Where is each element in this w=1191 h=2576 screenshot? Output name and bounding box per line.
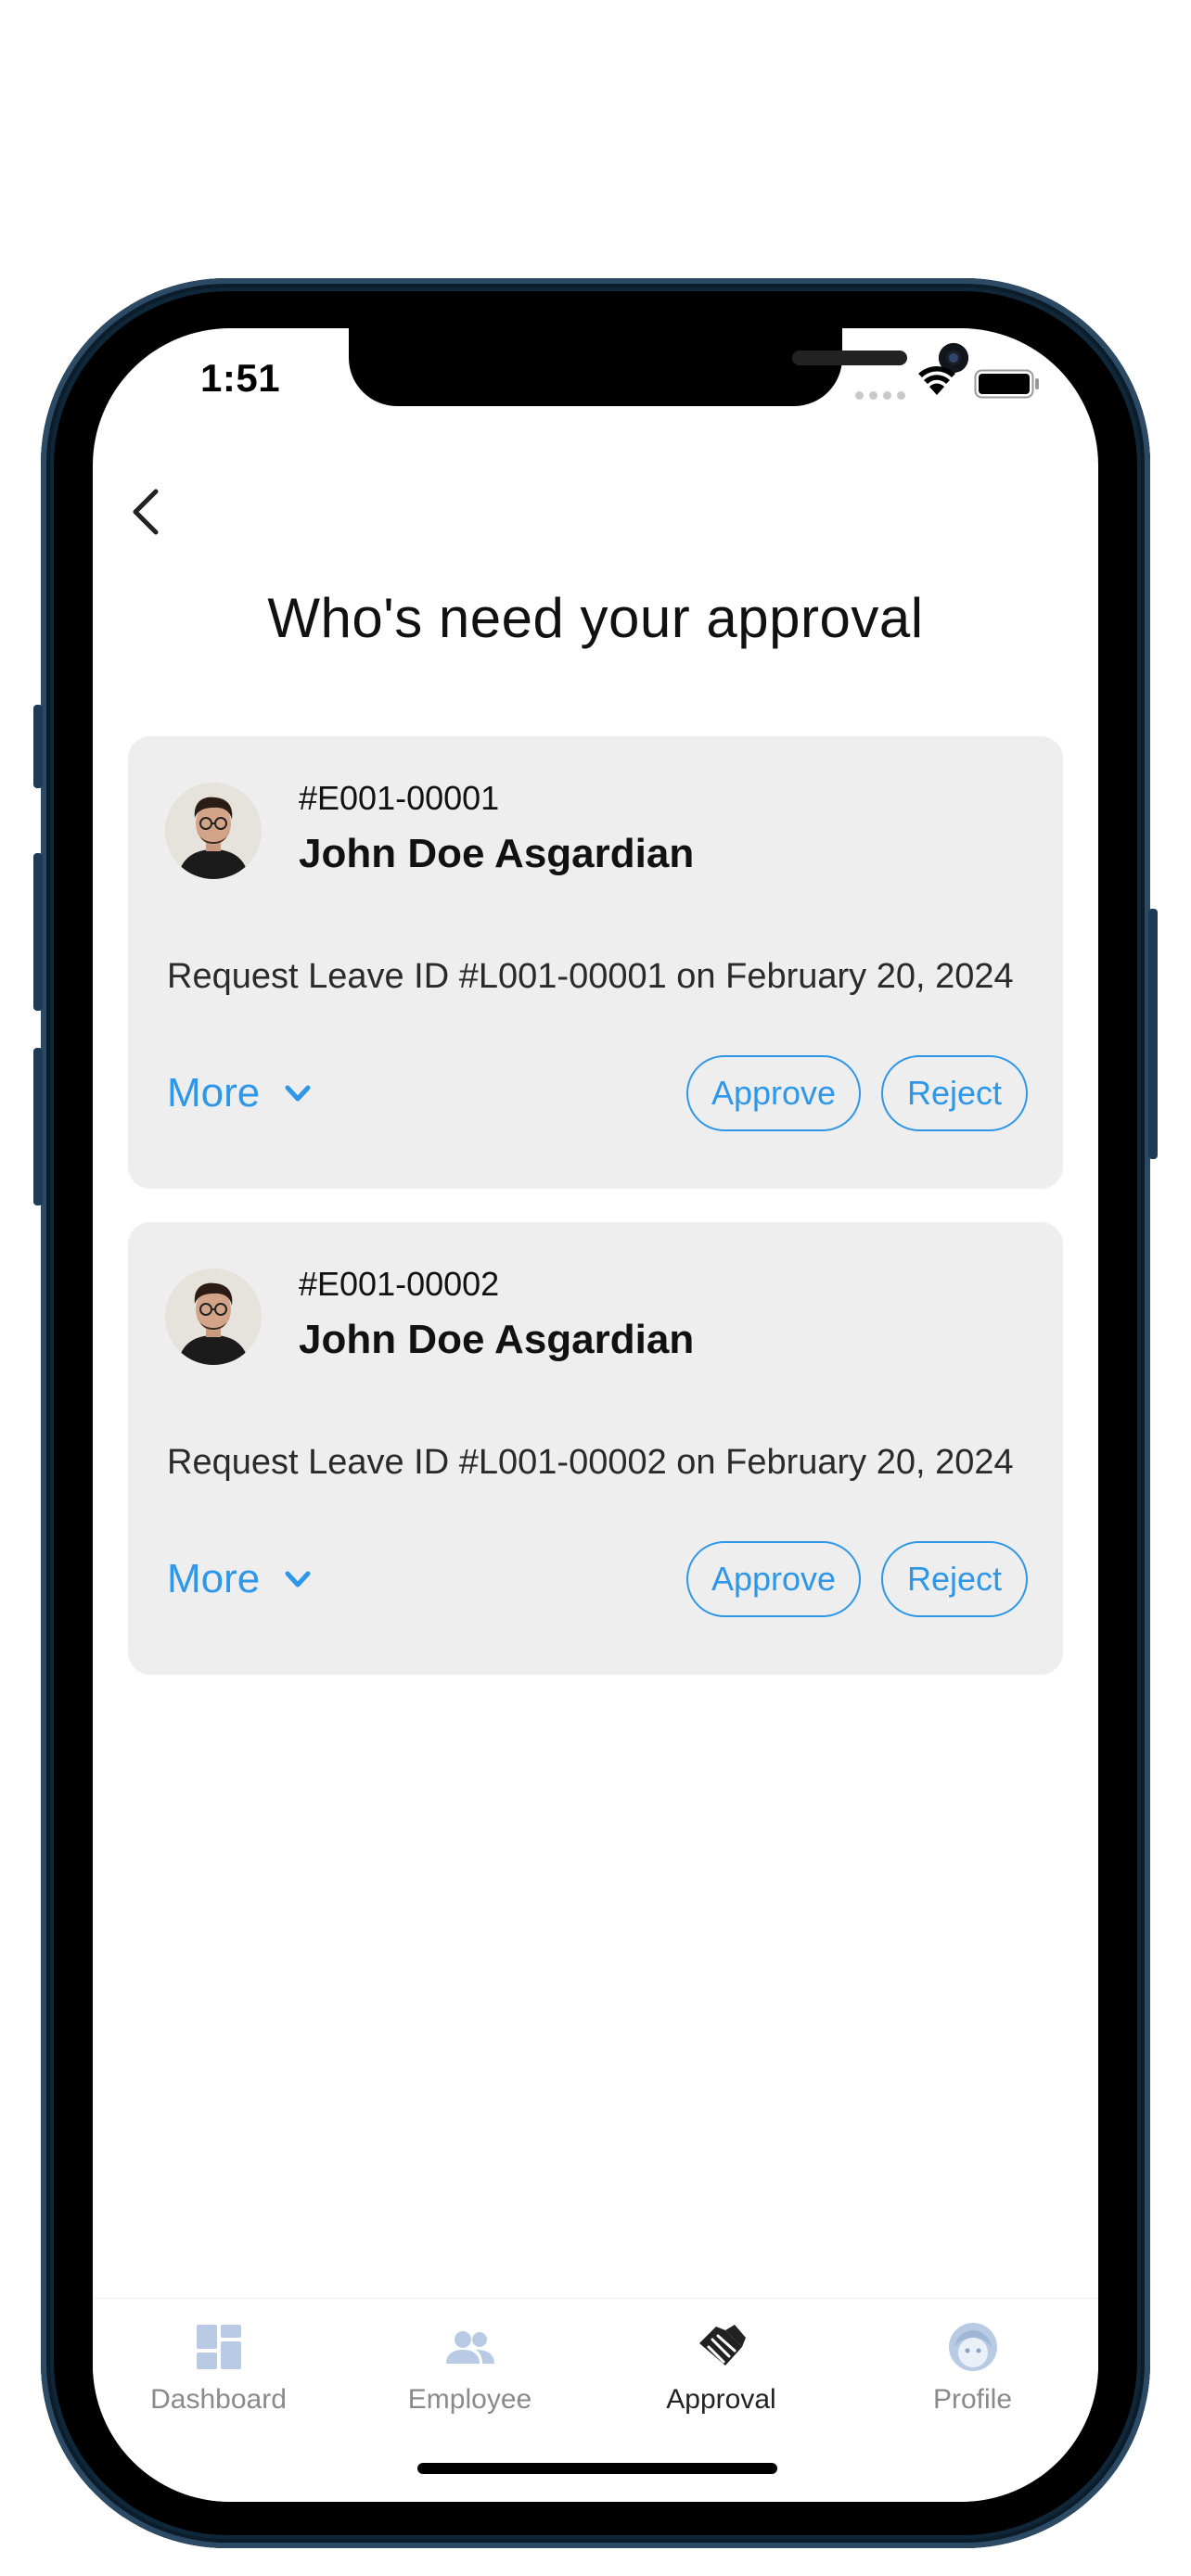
chevron-down-icon (285, 1571, 311, 1588)
signal-dots-icon (855, 391, 905, 400)
handshake-icon (698, 2325, 746, 2366)
tab-label: Approval (666, 2384, 776, 2415)
battery-icon (974, 369, 1039, 399)
dashboard-icon (196, 2325, 241, 2369)
chevron-down-icon (285, 1085, 311, 1102)
employee-avatar (165, 783, 262, 879)
volume-down-button (33, 1048, 43, 1205)
employee-avatar (165, 1269, 262, 1365)
face-icon (948, 2323, 997, 2371)
power-button (1148, 909, 1158, 1159)
more-label: More (167, 1070, 261, 1116)
tab-dashboard[interactable]: Dashboard (93, 2299, 344, 2429)
wifi-icon (918, 366, 955, 395)
back-chevron-icon[interactable] (121, 484, 176, 540)
home-indicator[interactable] (417, 2463, 777, 2474)
tab-approval[interactable]: Approval (596, 2299, 847, 2429)
page-title: Who's need your approval (267, 587, 924, 649)
reject-button[interactable]: Reject (881, 1055, 1028, 1131)
speaker-grille (792, 351, 907, 365)
employee-id: #E001-00001 (299, 779, 500, 817)
tab-label: Profile (932, 2384, 1013, 2415)
more-toggle[interactable]: More (167, 1556, 315, 1602)
employee-name: John Doe Asgardian (299, 831, 695, 876)
approval-card: #E001-00001 John Doe Asgardian Request L… (128, 736, 1063, 1189)
reject-button[interactable]: Reject (881, 1541, 1028, 1617)
mute-switch (33, 705, 43, 788)
request-description: Request Leave ID #L001-00001 on February… (167, 957, 1014, 996)
volume-up-button (33, 853, 43, 1011)
notch (349, 328, 968, 406)
tab-label: Dashboard (150, 2384, 287, 2415)
tab-employee[interactable]: Employee (344, 2299, 596, 2429)
tab-label: Employee (407, 2384, 532, 2415)
status-time: 1:51 (200, 356, 281, 400)
employee-name: John Doe Asgardian (299, 1317, 695, 1362)
approval-card: #E001-00002 John Doe Asgardian Request L… (128, 1222, 1063, 1675)
employee-id: #E001-00002 (299, 1265, 500, 1303)
approve-button[interactable]: Approve (686, 1055, 861, 1131)
phone-screen: 1:51 Who's need your approval #E001-0000… (93, 328, 1098, 2502)
more-toggle[interactable]: More (167, 1070, 315, 1116)
tab-profile[interactable]: Profile (847, 2299, 1098, 2429)
request-description: Request Leave ID #L001-00002 on February… (167, 1443, 1014, 1482)
people-icon (445, 2331, 494, 2364)
approve-button[interactable]: Approve (686, 1541, 861, 1617)
more-label: More (167, 1556, 261, 1601)
